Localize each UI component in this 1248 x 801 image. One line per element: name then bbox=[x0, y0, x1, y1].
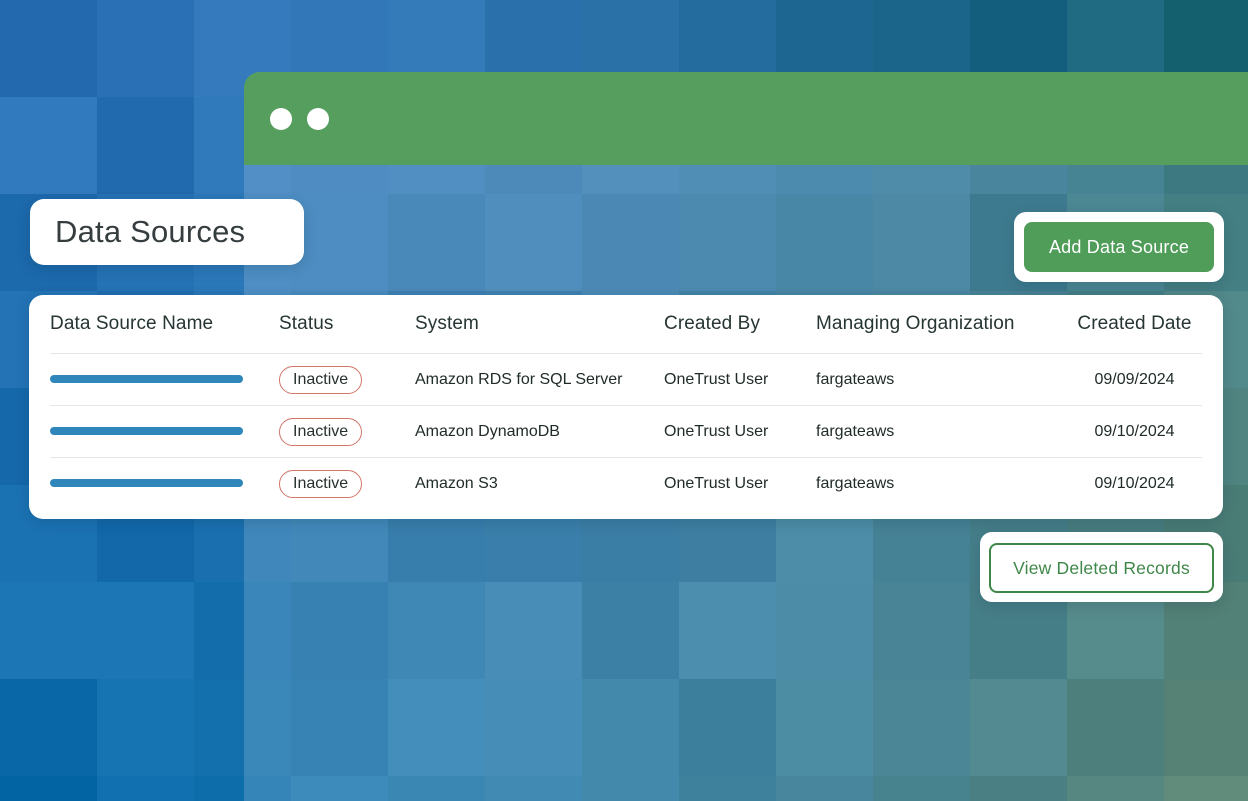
column-header-system: System bbox=[415, 313, 664, 335]
created-date-cell: 09/10/2024 bbox=[1067, 475, 1202, 493]
status-badge-inactive: Inactive bbox=[279, 418, 362, 446]
data-source-name-cell bbox=[50, 475, 279, 493]
background-tile bbox=[0, 679, 97, 776]
status-cell: Inactive bbox=[279, 366, 415, 394]
created-by-cell: OneTrust User bbox=[664, 423, 816, 441]
redacted-name-bar bbox=[50, 427, 243, 435]
background-tile bbox=[0, 776, 97, 801]
background-tile bbox=[0, 0, 97, 97]
managing-organization-cell: fargateaws bbox=[816, 371, 1067, 389]
column-header-status: Status bbox=[279, 313, 415, 335]
system-cell: Amazon DynamoDB bbox=[415, 423, 664, 441]
add-data-source-card: Add Data Source bbox=[1014, 212, 1224, 282]
data-sources-table: Data Source Name Status System Created B… bbox=[29, 295, 1223, 519]
app-header-bar bbox=[244, 72, 1248, 165]
system-cell: Amazon S3 bbox=[415, 475, 664, 493]
column-header-data-source-name: Data Source Name bbox=[50, 313, 279, 335]
created-by-cell: OneTrust User bbox=[664, 371, 816, 389]
status-cell: Inactive bbox=[279, 470, 415, 498]
window-control-dot bbox=[307, 108, 329, 130]
screenshot-root: Data Sources Add Data Source Data Source… bbox=[0, 0, 1248, 801]
table-header-row: Data Source Name Status System Created B… bbox=[50, 295, 1202, 354]
window-control-dot bbox=[270, 108, 292, 130]
table-row[interactable]: Inactive Amazon DynamoDB OneTrust User f… bbox=[50, 405, 1202, 457]
redacted-name-bar bbox=[50, 479, 243, 487]
status-cell: Inactive bbox=[279, 418, 415, 446]
created-date-cell: 09/09/2024 bbox=[1067, 371, 1202, 389]
system-cell: Amazon RDS for SQL Server bbox=[415, 371, 664, 389]
status-badge-inactive: Inactive bbox=[279, 470, 362, 498]
column-header-created-by: Created By bbox=[664, 313, 816, 335]
background-tile bbox=[97, 97, 194, 194]
data-source-name-cell bbox=[50, 371, 279, 389]
managing-organization-cell: fargateaws bbox=[816, 423, 1067, 441]
add-data-source-button[interactable]: Add Data Source bbox=[1024, 222, 1214, 272]
table-row[interactable]: Inactive Amazon RDS for SQL Server OneTr… bbox=[50, 354, 1202, 405]
background-tile bbox=[97, 0, 194, 97]
created-by-cell: OneTrust User bbox=[664, 475, 816, 493]
created-date-cell: 09/10/2024 bbox=[1067, 423, 1202, 441]
table-row[interactable]: Inactive Amazon S3 OneTrust User fargate… bbox=[50, 457, 1202, 509]
view-deleted-records-card: View Deleted Records bbox=[980, 532, 1223, 602]
background-tile bbox=[0, 97, 97, 194]
background-tile bbox=[97, 582, 194, 679]
column-header-created-date: Created Date bbox=[1067, 313, 1202, 335]
background-tile bbox=[97, 776, 194, 801]
page-title-card: Data Sources bbox=[30, 199, 304, 265]
column-header-managing-organization: Managing Organization bbox=[816, 313, 1067, 335]
redacted-name-bar bbox=[50, 375, 243, 383]
data-source-name-cell bbox=[50, 423, 279, 441]
managing-organization-cell: fargateaws bbox=[816, 475, 1067, 493]
background-tile bbox=[97, 679, 194, 776]
page-title: Data Sources bbox=[55, 214, 245, 250]
background-tile bbox=[0, 582, 97, 679]
status-badge-inactive: Inactive bbox=[279, 366, 362, 394]
view-deleted-records-button[interactable]: View Deleted Records bbox=[989, 543, 1214, 593]
